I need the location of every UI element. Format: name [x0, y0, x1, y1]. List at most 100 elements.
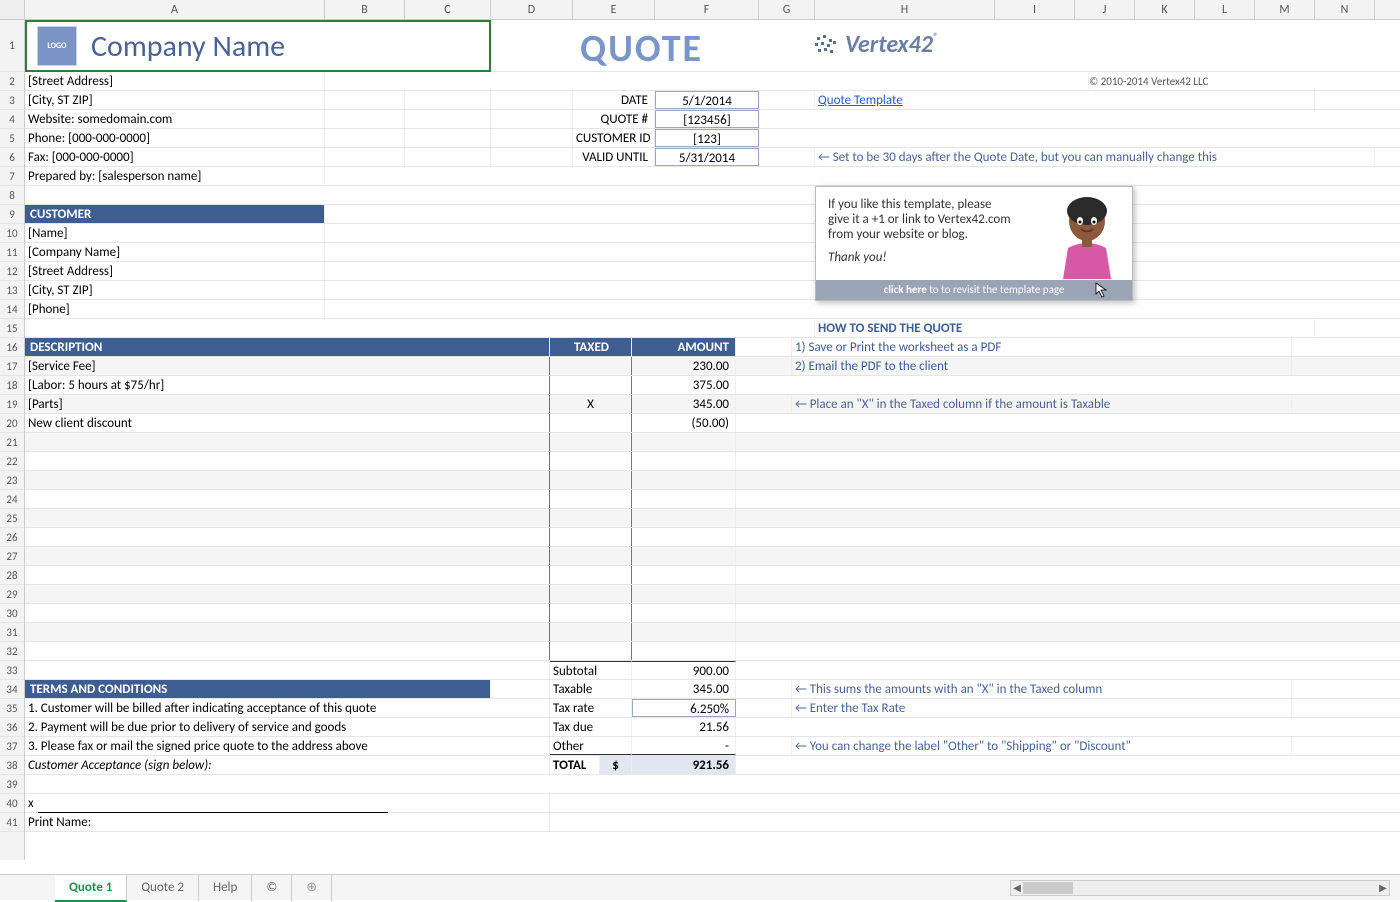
line-desc[interactable]: [Service Fee] — [25, 357, 550, 375]
quote-num-value[interactable]: [123456] — [655, 110, 759, 128]
row-25[interactable]: 25 — [0, 509, 24, 528]
line-amount[interactable]: 345.00 — [632, 395, 736, 413]
row-37[interactable]: 37 — [0, 737, 24, 756]
taxdue-value[interactable]: 21.56 — [632, 718, 736, 736]
taxrate-value[interactable]: 6.250% — [632, 699, 736, 717]
line-amount[interactable]: 230.00 — [632, 357, 736, 375]
row-8[interactable]: 8 — [0, 186, 24, 205]
line-taxed[interactable]: X — [550, 395, 632, 413]
select-all-corner[interactable] — [0, 0, 25, 19]
row-34[interactable]: 34 — [0, 680, 24, 699]
line-taxed[interactable] — [550, 642, 632, 660]
line-taxed[interactable] — [550, 490, 632, 508]
line-desc[interactable] — [25, 433, 550, 451]
line-amount[interactable] — [632, 585, 736, 603]
row-18[interactable]: 18 — [0, 376, 24, 395]
company-phone[interactable]: Phone: [000-000-0000] — [25, 129, 325, 147]
row-1[interactable]: 1 — [0, 20, 24, 72]
row-4[interactable]: 4 — [0, 110, 24, 129]
line-desc[interactable] — [25, 452, 550, 470]
col-L[interactable]: L — [1195, 0, 1255, 19]
row-31[interactable]: 31 — [0, 623, 24, 642]
line-taxed[interactable] — [550, 433, 632, 451]
row-30[interactable]: 30 — [0, 604, 24, 623]
row-28[interactable]: 28 — [0, 566, 24, 585]
scroll-left-icon[interactable]: ◀ — [1011, 881, 1023, 895]
col-H[interactable]: H — [815, 0, 995, 19]
row-40[interactable]: 40 — [0, 794, 24, 813]
row-26[interactable]: 26 — [0, 528, 24, 547]
customer-city[interactable]: [City, ST ZIP] — [25, 281, 325, 299]
row-2[interactable]: 2 — [0, 72, 24, 91]
col-B[interactable]: B — [325, 0, 405, 19]
line-desc[interactable]: [Parts] — [25, 395, 550, 413]
total-value[interactable]: 921.56 — [632, 756, 736, 774]
line-desc[interactable] — [25, 471, 550, 489]
subtotal-value[interactable]: 900.00 — [632, 661, 736, 679]
col-C[interactable]: C — [405, 0, 491, 19]
company-fax[interactable]: Fax: [000-000-0000] — [25, 148, 325, 166]
line-amount[interactable] — [632, 623, 736, 641]
line-taxed[interactable] — [550, 509, 632, 527]
row-19[interactable]: 19 — [0, 395, 24, 414]
valid-until-value[interactable]: 5/31/2014 — [655, 148, 759, 166]
line-desc[interactable] — [25, 585, 550, 603]
line-desc[interactable]: [Labor: 5 hours at $75/hr] — [25, 376, 550, 394]
line-taxed[interactable] — [550, 528, 632, 546]
line-desc[interactable] — [25, 566, 550, 584]
prepared-by[interactable]: Prepared by: [salesperson name] — [25, 167, 325, 185]
col-K[interactable]: K — [1135, 0, 1195, 19]
line-desc[interactable] — [25, 490, 550, 508]
customer-phone[interactable]: [Phone] — [25, 300, 325, 318]
line-desc[interactable] — [25, 528, 550, 546]
row-9[interactable]: 9 — [0, 205, 24, 224]
line-amount[interactable]: (50.00) — [632, 414, 736, 432]
scroll-thumb[interactable] — [1023, 882, 1073, 894]
line-amount[interactable] — [632, 509, 736, 527]
row-14[interactable]: 14 — [0, 300, 24, 319]
tab-quote-2[interactable]: Quote 2 — [127, 875, 199, 901]
term-1[interactable]: 1. Customer will be billed after indicat… — [25, 699, 550, 717]
line-amount[interactable] — [632, 547, 736, 565]
line-amount[interactable] — [632, 604, 736, 622]
row-36[interactable]: 36 — [0, 718, 24, 737]
row-10[interactable]: 10 — [0, 224, 24, 243]
tab-quote-1[interactable]: Quote 1 — [55, 875, 127, 902]
customer-name[interactable]: [Name] — [25, 224, 325, 242]
add-sheet-button[interactable]: ⊕ — [292, 875, 332, 901]
line-taxed[interactable] — [550, 566, 632, 584]
horizontal-scrollbar[interactable]: ◀ ▶ — [1010, 880, 1390, 896]
line-taxed[interactable] — [550, 547, 632, 565]
col-F[interactable]: F — [655, 0, 759, 19]
row-23[interactable]: 23 — [0, 471, 24, 490]
line-taxed[interactable] — [550, 414, 632, 432]
line-desc[interactable] — [25, 509, 550, 527]
print-name[interactable]: Print Name: — [25, 813, 550, 831]
row-17[interactable]: 17 — [0, 357, 24, 376]
row-16[interactable]: 16 — [0, 338, 24, 357]
line-amount[interactable] — [632, 452, 736, 470]
line-desc[interactable] — [25, 604, 550, 622]
customer-street[interactable]: [Street Address] — [25, 262, 325, 280]
promo-bar[interactable]: click here to to revisit the template pa… — [816, 280, 1132, 300]
row-20[interactable]: 20 — [0, 414, 24, 433]
line-amount[interactable] — [632, 642, 736, 660]
term-3[interactable]: 3. Please fax or mail the signed price q… — [25, 737, 550, 755]
row-24[interactable]: 24 — [0, 490, 24, 509]
date-value[interactable]: 5/1/2014 — [655, 91, 759, 109]
line-desc[interactable] — [25, 623, 550, 641]
row-7[interactable]: 7 — [0, 167, 24, 186]
line-desc[interactable] — [25, 642, 550, 660]
line-taxed[interactable] — [550, 376, 632, 394]
row-29[interactable]: 29 — [0, 585, 24, 604]
other-value[interactable]: - — [632, 737, 736, 755]
row-22[interactable]: 22 — [0, 452, 24, 471]
customer-id-value[interactable]: [123] — [655, 129, 759, 147]
col-J[interactable]: J — [1075, 0, 1135, 19]
line-taxed[interactable] — [550, 471, 632, 489]
company-street[interactable]: [Street Address] — [25, 72, 325, 90]
line-amount[interactable] — [632, 528, 736, 546]
col-I[interactable]: I — [995, 0, 1075, 19]
quote-template-link[interactable]: Quote Template — [818, 93, 903, 108]
row-6[interactable]: 6 — [0, 148, 24, 167]
